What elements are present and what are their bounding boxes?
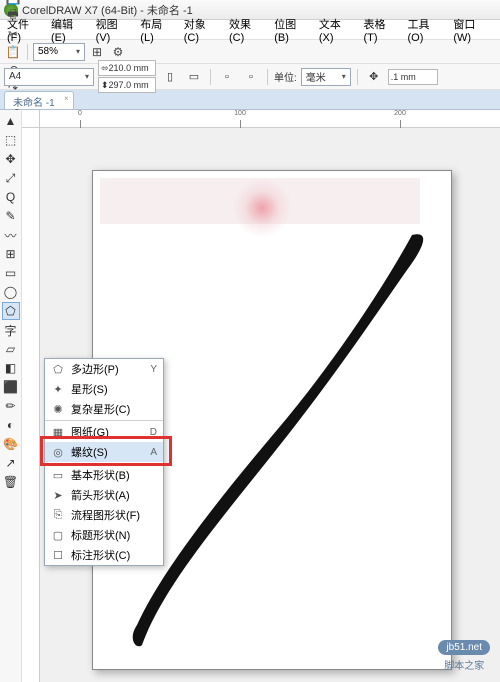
polygon-tool[interactable]: ⬠ [2,302,20,320]
flyout-item[interactable]: ✺ 复杂星形(C) [45,399,163,419]
menu-item[interactable]: 窗口(W) [450,14,496,46]
separator [27,44,28,60]
units-combo[interactable]: 毫米 [301,68,351,86]
tool-button[interactable]: 〰 [2,226,20,244]
flyout-item[interactable]: ☐ 标注形状(C) [45,545,163,565]
tool-button[interactable]: ◧ [2,359,20,377]
tool-button[interactable]: 🎨 [2,435,20,453]
flyout-item[interactable]: ✦ 星形(S) [45,379,163,399]
menu-item[interactable]: 编辑(E) [48,14,91,46]
tool-button[interactable]: ✏ [2,397,20,415]
page-size-combo[interactable]: A4 [4,68,94,86]
flyout-label: 星形(S) [71,381,151,397]
tool-button[interactable]: ↗ [2,454,20,472]
flyout-label: 基本形状(B) [71,467,151,483]
nudge-icon: ✥ [364,68,384,86]
flyout-label: 标注形状(C) [71,547,151,563]
tool-button[interactable]: ◐ [2,416,20,434]
artwork-glow [232,178,292,238]
flyout-item[interactable]: ➤ 箭头形状(A) [45,485,163,505]
close-icon[interactable]: × [64,94,69,103]
menu-item[interactable]: 视图(V) [93,14,136,46]
shape-icon: ➤ [51,489,65,502]
toolbar-button[interactable]: 📋 [4,43,22,61]
options-icon[interactable]: ⚙ [109,43,127,61]
menu-item[interactable]: 文本(X) [316,14,359,46]
flyout-label: 多边形(P) [71,361,144,377]
snap-icon[interactable]: ⊞ [88,43,106,61]
zoom-combo[interactable]: 58% [33,43,85,61]
flyout-label: 复杂星形(C) [71,401,151,417]
menu-item[interactable]: 表格(T) [361,14,403,46]
page-height-input[interactable]: ⬍ 297.0 mm [98,77,156,93]
tool-button[interactable]: ⬚ [2,131,20,149]
document-tab-label: 未命名 -1 [13,98,55,109]
landscape-button[interactable]: ▭ [184,68,204,86]
ruler-origin[interactable] [22,110,40,128]
document-tab[interactable]: 未命名 -1 × [4,91,74,109]
nudge-input[interactable]: .1 mm [388,69,438,85]
tool-button[interactable]: ⬛ [2,378,20,396]
document-tabs: 未命名 -1 × [0,90,500,110]
watermark-name: 脚本之家 [444,661,484,672]
menu-bar: 文件(F)编辑(E)视图(V)布局(L)对象(C)效果(C)位图(B)文本(X)… [0,20,500,40]
flyout-item[interactable]: ⬠ 多边形(P) Y [45,359,163,379]
vertical-ruler[interactable] [22,128,40,682]
polygon-flyout-menu: ⬠ 多边形(P) Y ✦ 星形(S) ✺ 复杂星形(C) ▦ 图纸(G) D ◎ 螺纹(S) A ▭ 基本形… [44,358,164,566]
flyout-item[interactable]: ▢ 标题形状(N) [45,525,163,545]
tool-button[interactable]: 字 [2,321,20,339]
flyout-item[interactable]: ◎ 螺纹(S) A [45,442,163,462]
tool-button[interactable]: ◯ [2,283,20,301]
shape-icon: ⎘ [51,509,65,522]
page-btn-1[interactable]: ▫ [217,68,237,86]
shape-icon: ▦ [51,426,65,439]
tool-button[interactable]: ▲ [2,112,20,130]
flyout-shortcut: Y [150,364,157,375]
flyout-label: 螺纹(S) [71,444,144,460]
shape-icon: ☐ [51,549,65,562]
page-width-input[interactable]: ⬄ 210.0 mm [98,60,156,76]
flyout-shortcut: D [150,427,157,438]
menu-item[interactable]: 布局(L) [137,14,178,46]
tool-button[interactable]: ▭ [2,264,20,282]
flyout-label: 箭头形状(A) [71,487,151,503]
canvas-area[interactable]: 0100200 ⬠ 多边形(P) Y ✦ 星形(S) ✺ 复杂星形(C) ▦ 图纸(G) D ◎ 螺纹… [22,110,500,682]
flyout-label: 标题形状(N) [71,527,151,543]
tool-button[interactable]: ✥ [2,150,20,168]
toolbox: ▲⬚✥⤢Q✎〰⊞▭◯⬠字▱◧⬛✏◐🎨↗🗑 [0,110,22,682]
page-btn-2[interactable]: ▫ [241,68,261,86]
flyout-item[interactable]: ⎘ 流程图形状(F) [45,505,163,525]
menu-item[interactable]: 效果(C) [226,14,269,46]
shape-icon: ▢ [51,529,65,542]
flyout-label: 图纸(G) [71,424,144,440]
watermark: jb51.net 脚本之家 [438,640,490,672]
menu-item[interactable]: 工具(O) [405,14,449,46]
watermark-site: jb51.net [438,640,490,655]
tool-button[interactable]: Q [2,188,20,206]
shape-icon: ◎ [51,446,65,459]
horizontal-ruler[interactable]: 0100200 [40,110,500,128]
portrait-button[interactable]: ▯ [160,68,180,86]
tool-button[interactable]: 🗑 [2,473,20,491]
tool-button[interactable]: ⊞ [2,245,20,263]
menu-item[interactable]: 对象(C) [181,14,224,46]
tool-button[interactable]: ⤢ [2,169,20,187]
toolbar-button[interactable]: 🖶 [4,7,22,25]
units-label: 单位: [274,69,297,84]
flyout-label: 流程图形状(F) [71,507,151,523]
flyout-item[interactable]: ▭ 基本形状(B) [45,465,163,485]
shape-icon: ✺ [51,403,65,416]
shape-icon: ▭ [51,469,65,482]
tool-button[interactable]: ▱ [2,340,20,358]
flyout-item[interactable]: ▦ 图纸(G) D [45,422,163,442]
shape-icon: ⬠ [51,363,65,376]
flyout-shortcut: A [150,447,157,458]
menu-item[interactable]: 位图(B) [271,14,314,46]
toolbar-button[interactable]: ✂ [4,25,22,43]
shape-icon: ✦ [51,383,65,396]
property-bar: A4 ⬄ 210.0 mm ⬍ 297.0 mm ▯ ▭ ▫ ▫ 单位: 毫米 … [0,64,500,90]
tool-button[interactable]: ✎ [2,207,20,225]
